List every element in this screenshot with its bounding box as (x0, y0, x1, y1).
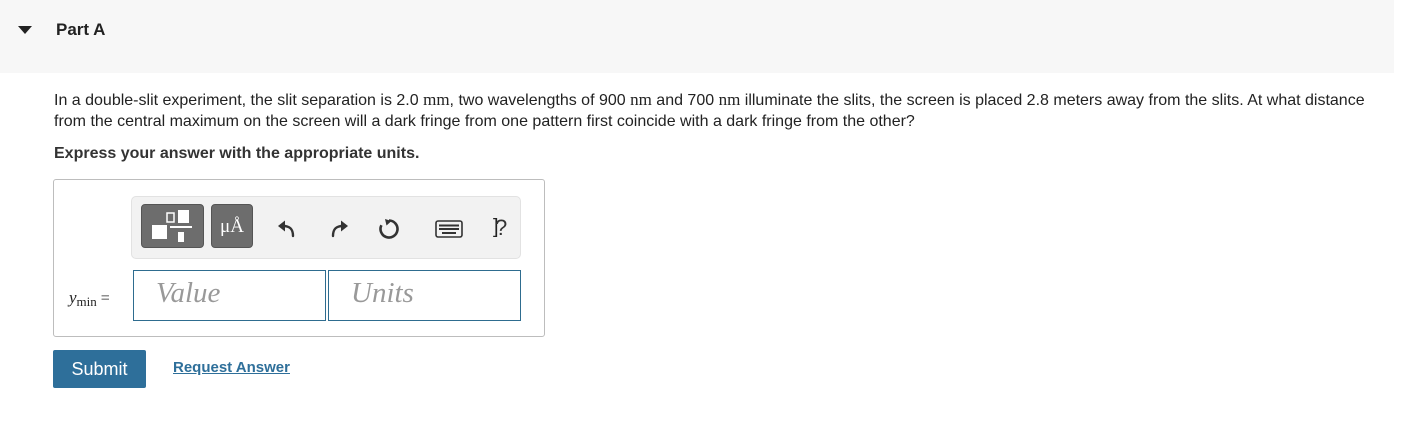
redo-icon[interactable] (327, 217, 351, 241)
units-input[interactable]: Units (328, 270, 521, 321)
request-answer-link[interactable]: Request Answer (173, 359, 290, 376)
reset-icon[interactable] (377, 217, 401, 241)
keyboard-icon[interactable] (435, 220, 463, 238)
templates-button[interactable] (141, 204, 204, 248)
value-input[interactable]: Value (133, 270, 326, 321)
templates-icon (152, 210, 192, 242)
caret-down-icon[interactable] (18, 26, 32, 34)
units-button[interactable]: μÅ (211, 204, 253, 248)
submit-button[interactable]: Submit (53, 350, 146, 388)
question-text: In a double-slit experiment, the slit se… (54, 90, 1365, 130)
undo-icon[interactable] (275, 217, 299, 241)
units-icon: μÅ (220, 216, 244, 237)
answer-box: μÅ ] ? ymin = Value Units (53, 179, 545, 337)
part-title: Part A (56, 20, 106, 39)
variable-label: ymin = (69, 288, 110, 309)
help-icon[interactable]: ? (495, 216, 511, 242)
answer-instruction: Express your answer with the appropriate… (54, 145, 420, 162)
math-toolbar: μÅ ] ? (131, 196, 521, 259)
part-header[interactable]: Part A (0, 0, 1394, 73)
